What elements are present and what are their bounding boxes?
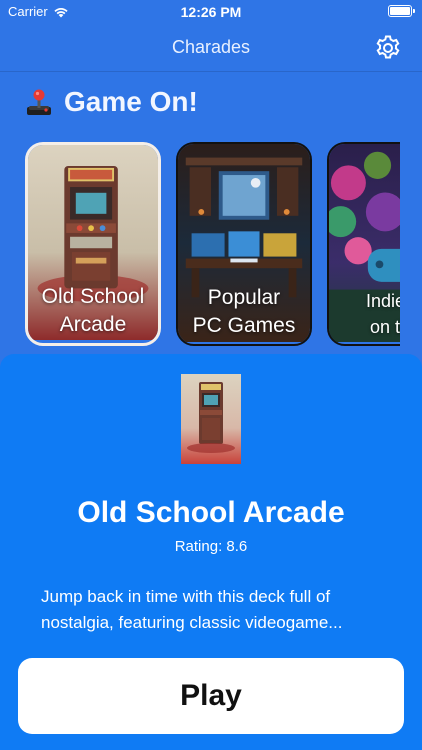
gear-icon[interactable]: [374, 34, 402, 62]
deck-card-label: Popular PC Games: [192, 286, 296, 337]
deck-rating: Rating: 8.6: [174, 538, 248, 555]
navigation-bar: Charades: [0, 24, 422, 72]
play-button[interactable]: Play: [18, 658, 404, 734]
section-header: Game On!: [24, 84, 198, 120]
nav-title: Charades: [171, 37, 251, 57]
status-bar: Carrier 12:26 PM: [0, 0, 422, 24]
deck-card-label: Indie G on the: [365, 291, 400, 337]
section-title: Game On!: [64, 86, 198, 117]
deck-card-popular-pc-games[interactable]: Popular PC Games: [176, 142, 312, 346]
deck-card-indie-games[interactable]: Indie G on the: [327, 142, 400, 346]
deck-description: Jump back in time with this deck full of…: [41, 587, 343, 632]
battery-icon: [388, 5, 415, 17]
deck-carousel[interactable]: Old School Arcade Popular PC Games Indi …: [0, 140, 400, 350]
joystick-icon: [27, 89, 51, 115]
deck-card-old-school-arcade[interactable]: Old School Arcade: [25, 142, 161, 346]
deck-title: Old School Arcade: [77, 496, 345, 529]
deck-thumbnail: [181, 374, 241, 464]
deck-detail-sheet: Old School Arcade Rating: 8.6 Jump back …: [0, 354, 422, 750]
clock: 12:26 PM: [180, 4, 242, 20]
deck-card-label: Old School Arcade: [41, 285, 145, 336]
